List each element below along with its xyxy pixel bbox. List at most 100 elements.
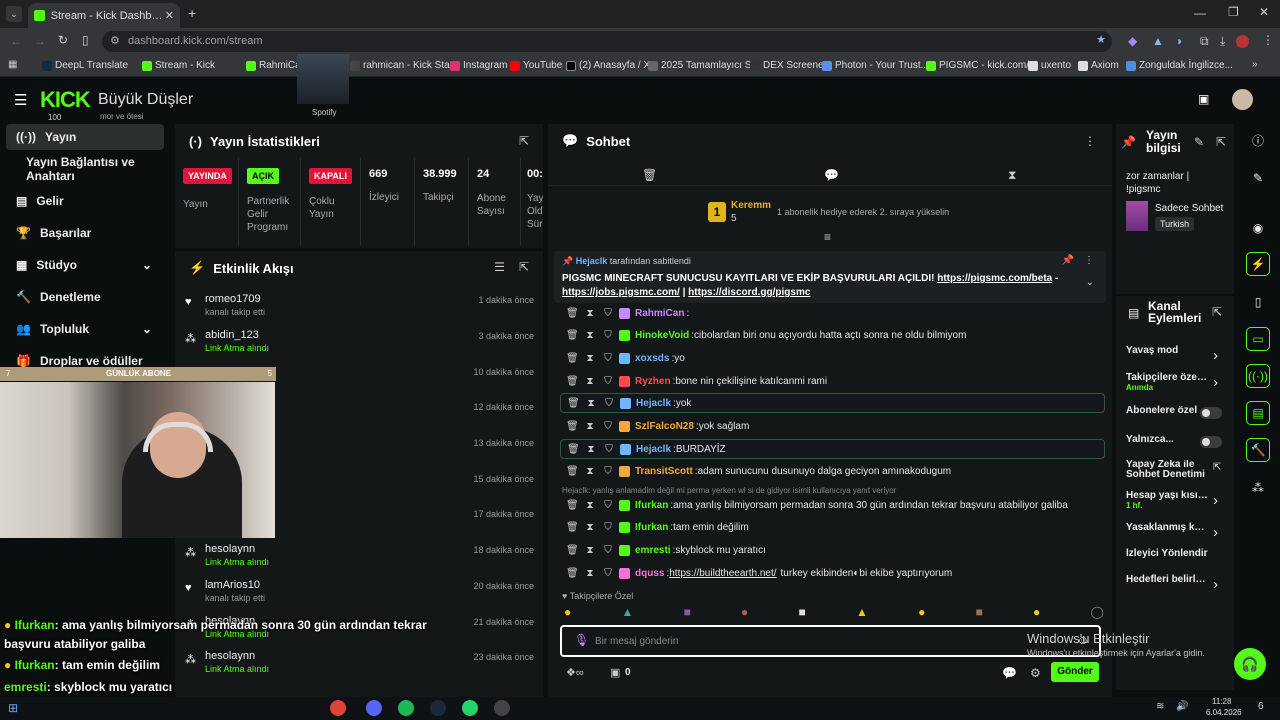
channel-action-item[interactable]: Yalnızca... xyxy=(1126,434,1208,445)
timeout-icon[interactable]: ⧗ xyxy=(584,545,596,556)
channel-action-item[interactable]: Hesap yaşı kısıtlaması1 hf. xyxy=(1126,490,1208,510)
timeout-icon[interactable]: ⧗ xyxy=(585,444,597,455)
sidebar-item-stream-key[interactable]: Yayın Bağlantısı ve Anahtarı xyxy=(0,155,172,183)
chat-message[interactable]: 🗑 ⧗ ⛉ Ifurkan: ama yanlış bilmiyorsam perma… xyxy=(560,495,1105,515)
gift-icon[interactable]: ▣ xyxy=(610,666,620,679)
channel-action-item[interactable]: Yasaklanmış kelimeler xyxy=(1126,522,1208,533)
timeout-icon[interactable]: ⧗ xyxy=(584,308,596,319)
close-window-icon[interactable]: ✕ xyxy=(1259,5,1269,19)
chat-username[interactable]: Ifurkan xyxy=(635,522,668,533)
sidebar-item-studyo[interactable]: ▦ Stüdyo ⌄ xyxy=(0,252,172,278)
downloads-icon[interactable]: ⤓ xyxy=(1220,34,1225,49)
popout-icon[interactable]: ⇱ xyxy=(1212,305,1222,319)
chat-link[interactable]: https://buildtheearth.net/ xyxy=(669,568,776,579)
chat-username[interactable]: Hejaclk xyxy=(636,444,671,455)
info-icon[interactable]: ⓘ xyxy=(1246,128,1270,152)
channel-action-item[interactable]: İzleyici Yönlendir xyxy=(1126,548,1208,559)
taskbar-app-icon[interactable] xyxy=(366,700,382,716)
timeout-icon[interactable]: ⧗ xyxy=(584,466,596,477)
reload-icon[interactable]: ↻ xyxy=(58,33,68,47)
delete-icon[interactable]: 🗑 xyxy=(566,522,579,533)
clock-time[interactable]: 11:28 xyxy=(1212,697,1231,706)
extension-icon[interactable]: ◆ xyxy=(1128,34,1137,48)
split-view-icon[interactable]: ▯ xyxy=(82,33,89,47)
settings-gear-icon[interactable]: ⚙ xyxy=(1030,666,1041,680)
lightning-icon[interactable]: ⚡ xyxy=(1246,252,1270,276)
hamburger-menu-icon[interactable]: ☰ xyxy=(14,91,27,109)
chat-username[interactable]: TransitScott xyxy=(635,466,693,477)
feed-item[interactable]: ♥ romeo1709 kanalı takip etti 1 dakika önce xyxy=(183,291,538,325)
sidebar-item-topluluk[interactable]: 👥 Topluluk ⌄ xyxy=(0,316,172,342)
mod-shield-icon[interactable]: ⛉ xyxy=(602,466,614,477)
emote-icon[interactable]: ● xyxy=(918,605,925,621)
chat-username[interactable]: HinokeVoid xyxy=(635,330,689,341)
timeout-icon[interactable]: ⧗ xyxy=(584,500,596,511)
bookmark-item[interactable]: uxento xyxy=(1028,60,1071,71)
pinned-link[interactable]: https://jobs.pigsmc.com/ xyxy=(562,287,680,298)
collapse-icon[interactable]: ≡ xyxy=(824,230,831,244)
broadcast-icon[interactable]: ((·)) xyxy=(1246,364,1270,388)
delete-icon[interactable]: 🗑 xyxy=(566,421,579,432)
taskbar-app-icon[interactable] xyxy=(494,700,510,716)
chat-username[interactable]: SzlFalcoN28 xyxy=(635,421,694,432)
feed-username[interactable]: abidin_123 xyxy=(205,329,259,341)
emote-icon[interactable]: ■ xyxy=(684,605,691,621)
pinned-link[interactable]: https://discord.gg/pigsmc xyxy=(688,287,810,298)
expand-icon[interactable]: ⌄ xyxy=(1086,277,1094,288)
bookmark-item[interactable]: YouTube xyxy=(510,60,562,71)
timeout-icon[interactable]: ⧗ xyxy=(584,376,596,387)
external-link-icon[interactable]: ⇱ xyxy=(1213,462,1221,473)
forward-icon[interactable]: → xyxy=(34,34,46,48)
chat-message[interactable]: 🗑 ⧗ ⛉ dquss: https://buildtheearth.net/turk… xyxy=(560,563,1105,583)
chevron-right-icon[interactable]: › xyxy=(1213,524,1218,541)
bookmark-item[interactable]: DeepL Translate xyxy=(42,60,128,71)
chat-message[interactable]: 🗑 ⧗ ⛉ Hejaclk: BURDAYİZ xyxy=(560,439,1105,459)
sidebar-item-gelir[interactable]: ▤ Gelir xyxy=(0,188,172,214)
chat-menu-icon[interactable]: ⋮ xyxy=(1084,134,1096,148)
extensions-puzzle-icon[interactable]: ⧉ xyxy=(1200,34,1209,49)
chevron-right-icon[interactable]: › xyxy=(1213,374,1218,391)
delete-icon[interactable]: 🗑 xyxy=(567,398,580,409)
close-tab-icon[interactable]: ✕ xyxy=(165,9,174,22)
mod-shield-icon[interactable]: ⛉ xyxy=(602,330,614,341)
browser-tab[interactable]: Stream - Kick Dashboard ✕ xyxy=(28,3,180,28)
camera-icon[interactable]: ◉ xyxy=(1246,216,1270,240)
channel-action-item[interactable]: Takipçilere özel sohbetAnında xyxy=(1126,372,1208,392)
delete-icon[interactable]: 🗑 xyxy=(566,330,579,341)
delete-icon[interactable]: 🗑 xyxy=(566,545,579,556)
feed-username[interactable]: hesolaynn xyxy=(205,543,255,555)
wifi-icon[interactable]: ≋ xyxy=(1156,701,1164,712)
chevron-right-icon[interactable]: › xyxy=(1213,347,1218,364)
bookmark-item[interactable]: Stream - Kick xyxy=(142,60,215,71)
channel-action-item[interactable]: Yapay Zeka ile Sohbet Denetimi xyxy=(1126,460,1208,480)
emote-icon[interactable]: ● xyxy=(741,605,748,621)
browser-menu-icon[interactable]: ⋮ xyxy=(1262,33,1274,47)
chat-username[interactable]: Ryzhen xyxy=(635,376,671,387)
delete-icon[interactable]: 🗑 xyxy=(566,500,579,511)
bookmark-item[interactable]: Instagram xyxy=(450,60,507,71)
document-icon[interactable]: ▯ xyxy=(1246,290,1270,314)
kick-logo[interactable]: KICK xyxy=(40,87,91,113)
mod-shield-icon[interactable]: ⛉ xyxy=(602,421,614,432)
sidebar-item-yayin[interactable]: ((·)) Yayın xyxy=(6,124,164,150)
mod-shield-icon[interactable]: ⛉ xyxy=(602,376,614,387)
extension-icon[interactable]: ◗ xyxy=(1176,34,1183,48)
trash-icon[interactable]: 🗑 xyxy=(642,168,657,182)
stats-icon[interactable]: ▤ xyxy=(1246,401,1270,425)
new-tab-icon[interactable]: + xyxy=(188,5,196,21)
more-bookmarks-icon[interactable]: » xyxy=(1252,59,1258,70)
popout-icon[interactable]: ⇱ xyxy=(1216,135,1226,149)
chat-message[interactable]: 🗑 ⧗ ⛉ RahmiCan: xyxy=(560,303,1105,323)
emote-icon[interactable]: ▲ xyxy=(856,605,868,621)
timeout-icon[interactable]: ⧗ xyxy=(584,421,596,432)
taskbar-app-icon[interactable] xyxy=(430,700,446,716)
mod-shield-icon[interactable]: ⛉ xyxy=(602,308,614,319)
bookmark-item[interactable]: Photon - Your Trust... xyxy=(822,60,929,71)
bookmark-item[interactable]: PIGSMC - kick.com/... xyxy=(926,60,1037,71)
mod-shield-icon[interactable]: ⛉ xyxy=(603,398,615,409)
chat-username[interactable]: Hejaclk xyxy=(636,398,671,409)
tab-list-icon[interactable]: ⌄ xyxy=(6,6,22,22)
channel-action-item[interactable]: Abonelere özel xyxy=(1126,405,1208,416)
filter-icon[interactable]: ☰ xyxy=(494,260,505,274)
feed-username[interactable]: hesolaynn xyxy=(205,650,255,662)
